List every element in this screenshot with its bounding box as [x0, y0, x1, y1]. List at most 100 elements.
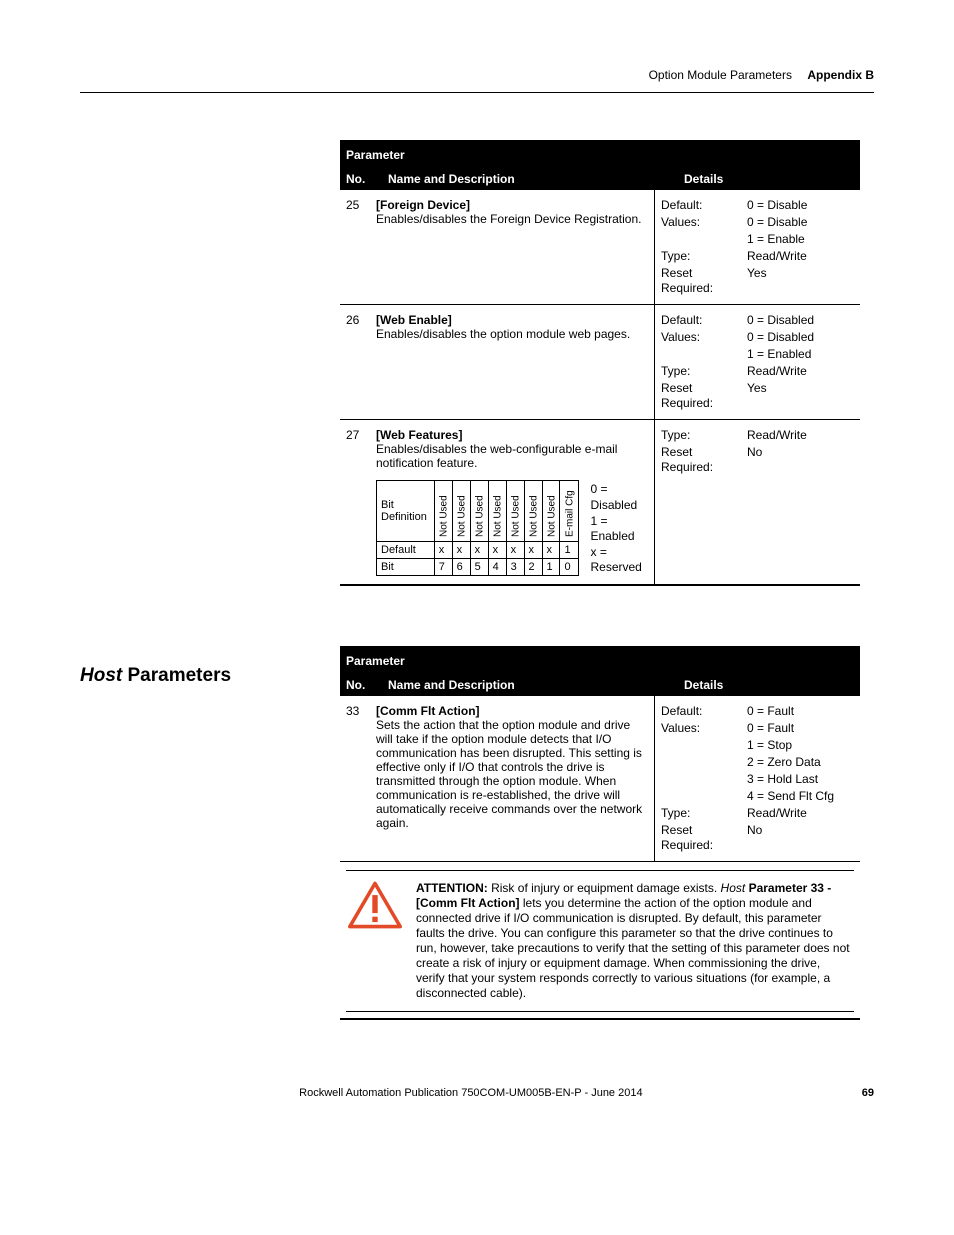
bit-cell: x	[524, 542, 542, 559]
detail-value: 0 = Disabled	[747, 330, 854, 345]
detail-label: Type:	[661, 249, 747, 264]
param-no: 26	[340, 305, 370, 419]
param-name: [Web Features]	[376, 428, 462, 442]
bit-cell: 2	[524, 559, 542, 576]
detail-value: Read/Write	[747, 428, 854, 443]
detail-value: 2 = Zero Data	[747, 755, 854, 770]
detail-value: Read/Write	[747, 249, 854, 264]
page-footer: Rockwell Automation Publication 750COM-U…	[80, 1087, 874, 1099]
bit-cell: 5	[470, 559, 488, 576]
param-no: 33	[340, 696, 370, 861]
bit-legend: 0 = Disabled 1 = Enabled x = Reserved	[585, 482, 649, 576]
section-title-italic: Host	[80, 665, 122, 686]
param-details: Default:0 = Disable Values:0 = Disable 1…	[661, 198, 854, 296]
attention-lead: Risk of injury or equipment damage exist…	[488, 881, 721, 895]
publication-info: Rockwell Automation Publication 750COM-U…	[299, 1087, 642, 1099]
attention-body: lets you determine the action of the opt…	[416, 896, 850, 1000]
detail-value: Read/Write	[747, 364, 854, 379]
param-details: Default:0 = Disabled Values:0 = Disabled…	[661, 313, 854, 411]
param-desc: Enables/disables the web-configurable e-…	[376, 442, 617, 470]
detail-value: Yes	[747, 381, 854, 411]
param-desc: Sets the action that the option module a…	[376, 718, 642, 830]
detail-label: Values:	[661, 721, 747, 736]
detail-label: Type:	[661, 428, 747, 443]
bit-cell: 1	[542, 559, 560, 576]
bit-cell: x	[542, 542, 560, 559]
parameter-table-host: Parameter No. Name and Description Detai…	[340, 646, 860, 1020]
detail-label: Reset Required:	[661, 823, 747, 853]
bit-cell: 1	[560, 542, 578, 559]
detail-value: No	[747, 823, 854, 853]
detail-value: Yes	[747, 266, 854, 296]
param-name: [Web Enable]	[376, 313, 452, 327]
detail-value: 1 = Enabled	[747, 347, 854, 362]
col-no: No.	[340, 168, 382, 190]
detail-label: Reset Required:	[661, 445, 747, 475]
bit-cell: x	[452, 542, 470, 559]
bit-cell: 0	[560, 559, 578, 576]
breadcrumb: Option Module Parameters	[649, 68, 792, 82]
param-name: [Comm Flt Action]	[376, 704, 480, 718]
section-title-rest: Parameters	[122, 665, 231, 686]
attention-row: ATTENTION: Risk of injury or equipment d…	[340, 870, 860, 1020]
section-title-host: Host Parameters	[80, 665, 231, 687]
detail-value: 0 = Fault	[747, 721, 854, 736]
table-row: 25 [Foreign Device] Enables/disables the…	[340, 190, 860, 305]
bit-col: Not Used	[542, 481, 560, 542]
table-row: 33 [Comm Flt Action] Sets the action tha…	[340, 696, 860, 862]
detail-value: 1 = Stop	[747, 738, 854, 753]
bit-cell: 6	[452, 559, 470, 576]
legend-item: 0 = Disabled	[591, 482, 649, 513]
col-details: Details	[678, 168, 860, 190]
bit-col: E-mail Cfg	[560, 481, 578, 542]
bit-col: Not Used	[470, 481, 488, 542]
table-title: Parameter	[340, 648, 860, 674]
detail-value: No	[747, 445, 854, 475]
col-no: No.	[340, 674, 382, 696]
parameter-table-device: Parameter No. Name and Description Detai…	[340, 140, 860, 586]
detail-label: Values:	[661, 330, 747, 345]
param-desc: Enables/disables the Foreign Device Regi…	[376, 212, 641, 226]
attention-icon	[348, 881, 402, 929]
detail-value: 0 = Disabled	[747, 313, 854, 328]
bit-cell: x	[506, 542, 524, 559]
col-name: Name and Description	[382, 168, 678, 190]
detail-label: Reset Required:	[661, 266, 747, 296]
bit-def-label: Bit Definition	[377, 481, 435, 542]
bit-col: Not Used	[524, 481, 542, 542]
detail-label: Values:	[661, 215, 747, 230]
table-row: 26 [Web Enable] Enables/disables the opt…	[340, 305, 860, 420]
param-name: [Foreign Device]	[376, 198, 470, 212]
table-row: 27 [Web Features] Enables/disables the w…	[340, 420, 860, 586]
bit-row-label: Bit	[377, 559, 435, 576]
detail-label: Default:	[661, 313, 747, 328]
col-name: Name and Description	[382, 674, 678, 696]
detail-value: 3 = Hold Last	[747, 772, 854, 787]
header-rule	[80, 92, 874, 93]
bit-definition-table: Bit Definition Not Used Not Used Not Use…	[376, 480, 579, 576]
bit-cell: x	[488, 542, 506, 559]
param-details: Type:Read/Write Reset Required:No	[661, 428, 854, 475]
table-title: Parameter	[340, 142, 860, 168]
detail-label: Default:	[661, 704, 747, 719]
bit-default-label: Default	[377, 542, 435, 559]
bit-cell: 3	[506, 559, 524, 576]
col-details: Details	[678, 674, 860, 696]
detail-label: Default:	[661, 198, 747, 213]
detail-value: Read/Write	[747, 806, 854, 821]
param-no: 27	[340, 420, 370, 584]
bit-col: Not Used	[434, 481, 452, 542]
param-details: Default:0 = Fault Values:0 = Fault 1 = S…	[661, 704, 854, 853]
bit-col: Not Used	[488, 481, 506, 542]
detail-label: Type:	[661, 806, 747, 821]
attention-italic: Host	[721, 881, 746, 895]
detail-value: 4 = Send Flt Cfg	[747, 789, 854, 804]
detail-label: Reset Required:	[661, 381, 747, 411]
bit-cell: 7	[434, 559, 452, 576]
detail-value: 1 = Enable	[747, 232, 854, 247]
bit-cell: x	[470, 542, 488, 559]
bit-col: Not Used	[506, 481, 524, 542]
legend-item: x = Reserved	[591, 545, 649, 576]
bit-cell: x	[434, 542, 452, 559]
param-no: 25	[340, 190, 370, 304]
